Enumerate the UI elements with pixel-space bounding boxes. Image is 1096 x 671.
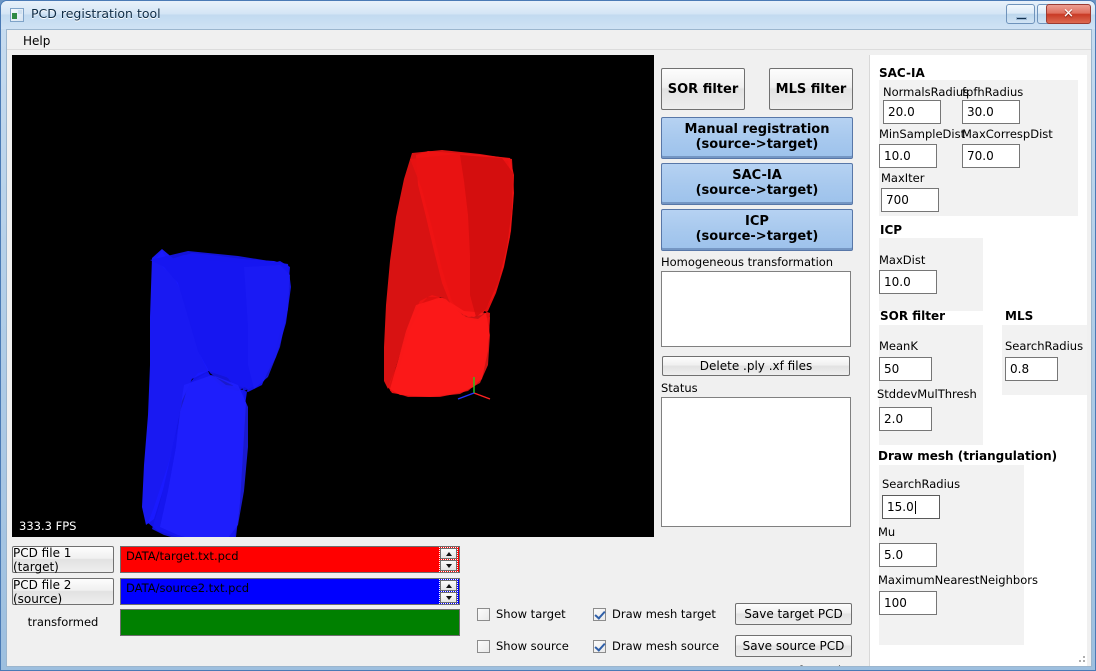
operations-panel: SOR filter MLS filter Manual registratio… xyxy=(657,55,865,537)
parameters-panel: SAC-IA NormalsRadius 20.0 fpfhRadius 30.… xyxy=(869,55,1087,666)
app-icon xyxy=(10,8,24,22)
stddev-mul-thresh-label: StddevMulThresh xyxy=(877,387,977,401)
transformed-path-field[interactable] xyxy=(120,609,460,636)
min-sample-dist-input[interactable]: 10.0 xyxy=(879,144,937,168)
meank-input[interactable]: 50 xyxy=(879,357,932,381)
save-target-pcd-button[interactable]: Save target PCD xyxy=(735,603,852,625)
max-corresp-dist-label: MaxCorrespDist xyxy=(962,127,1053,141)
application-window: PCD registration tool ✕ Help 333.3 FPS S… xyxy=(0,0,1096,671)
show-source-checkbox-row[interactable]: Show source xyxy=(477,639,569,653)
target-path-text: DATA/target.txt.pcd xyxy=(126,549,239,563)
icp-line1: ICP xyxy=(745,214,769,230)
show-target-label: Show target xyxy=(496,607,566,621)
draw-mesh-source-label: Draw mesh source xyxy=(612,639,720,653)
main-content: 333.3 FPS SOR filter MLS filter Manual r… xyxy=(7,51,1091,666)
fpfh-radius-label: fpfhRadius xyxy=(962,85,1024,99)
file-bar: PCD file 1 (target) DATA/target.txt.pcd … xyxy=(7,539,865,666)
mls-search-radius-label: SearchRadius xyxy=(1005,339,1084,353)
mesh-search-radius-label: SearchRadius xyxy=(882,477,961,491)
sor-filter-button[interactable]: SOR filter xyxy=(661,68,745,110)
source-path-text: DATA/source2.txt.pcd xyxy=(126,581,250,595)
resize-grip[interactable] xyxy=(1075,652,1087,664)
draw-mesh-target-label: Draw mesh target xyxy=(612,607,716,621)
sac-ia-line1: SAC-IA xyxy=(732,168,782,184)
client-area: Help 333.3 FPS SOR filter MLS filter Man… xyxy=(6,29,1092,667)
min-sample-dist-label: MinSampleDist xyxy=(879,127,966,141)
target-spinner[interactable] xyxy=(439,547,458,572)
pcd-file-2-button[interactable]: PCD file 2 (source) xyxy=(12,578,114,606)
draw-mesh-target-checkbox-row[interactable]: Draw mesh target xyxy=(593,607,716,621)
max-nearest-neighbors-input[interactable]: 100 xyxy=(879,591,937,615)
mls-filter-button[interactable]: MLS filter xyxy=(769,68,853,110)
target-path-field[interactable]: DATA/target.txt.pcd xyxy=(120,546,460,573)
draw-mesh-section-title: Draw mesh (triangulation) xyxy=(878,449,1058,463)
show-source-label: Show source xyxy=(496,639,569,653)
sac-ia-line2: (source->target) xyxy=(695,183,819,198)
source-path-field[interactable]: DATA/source2.txt.pcd xyxy=(120,578,460,605)
spinner-up-icon xyxy=(439,547,458,560)
manual-registration-line2: (source->target) xyxy=(695,137,819,152)
max-iter-label: MaxIter xyxy=(881,171,925,185)
source-spinner[interactable] xyxy=(439,579,458,604)
fps-counter: 333.3 FPS xyxy=(19,519,77,533)
close-button[interactable]: ✕ xyxy=(1046,4,1091,24)
draw-mesh-target-checkbox[interactable] xyxy=(593,607,606,621)
spinner-down-icon xyxy=(439,591,458,604)
show-target-checkbox[interactable] xyxy=(477,607,490,621)
max-iter-input[interactable]: 700 xyxy=(881,188,939,212)
max-dist-label: MaxDist xyxy=(879,253,926,267)
max-nearest-neighbors-label: MaximumNearestNeighbors xyxy=(878,573,1038,587)
save-source-pcd-button[interactable]: Save source PCD xyxy=(735,635,852,657)
sac-ia-section-title: SAC-IA xyxy=(879,66,925,80)
spinner-down-icon xyxy=(439,559,458,572)
mesh-search-radius-input[interactable]: 15.0 xyxy=(882,495,940,519)
mu-input[interactable]: 5.0 xyxy=(879,543,937,567)
point-cloud-viewport[interactable]: 333.3 FPS xyxy=(12,55,654,537)
max-corresp-dist-input[interactable]: 70.0 xyxy=(962,144,1020,168)
normals-radius-input[interactable]: 20.0 xyxy=(883,100,941,124)
icp-line2: (source->target) xyxy=(695,229,819,244)
menu-bar: Help xyxy=(7,30,1091,50)
pcd-file-1-button[interactable]: PCD file 1 (target) xyxy=(12,546,114,574)
manual-registration-line1: Manual registration xyxy=(684,122,830,138)
normals-radius-label: NormalsRadius xyxy=(883,85,970,99)
point-cloud-render xyxy=(12,55,654,537)
status-textarea[interactable] xyxy=(661,397,851,527)
icp-section-title: ICP xyxy=(880,223,903,237)
show-target-checkbox-row[interactable]: Show target xyxy=(477,607,566,621)
status-label: Status xyxy=(661,381,698,395)
icp-button[interactable]: ICP (source->target) xyxy=(661,209,853,251)
sor-filter-section-title: SOR filter xyxy=(880,309,946,323)
mls-section-title: MLS xyxy=(1005,309,1034,323)
transformed-label: transformed xyxy=(27,615,99,629)
mls-search-radius-input[interactable]: 0.8 xyxy=(1005,357,1058,381)
transformation-matrix-textarea[interactable] xyxy=(661,271,851,347)
spinner-up-icon xyxy=(439,579,458,592)
mu-label: Mu xyxy=(878,525,896,539)
draw-mesh-source-checkbox-row[interactable]: Draw mesh source xyxy=(593,639,719,653)
draw-mesh-source-checkbox[interactable] xyxy=(593,639,606,653)
delete-files-button[interactable]: Delete .ply .xf files xyxy=(662,356,850,376)
title-bar: PCD registration tool ✕ xyxy=(1,1,1095,29)
meank-label: MeanK xyxy=(879,339,918,353)
minimize-button[interactable] xyxy=(1006,4,1035,24)
show-source-checkbox[interactable] xyxy=(477,639,490,653)
mesh-search-radius-value: 15.0 xyxy=(887,500,914,514)
fpfh-radius-input[interactable]: 30.0 xyxy=(962,100,1020,124)
window-title: PCD registration tool xyxy=(31,6,161,21)
text-caret xyxy=(914,500,916,514)
max-dist-input[interactable]: 10.0 xyxy=(879,270,937,294)
menu-item-help[interactable]: Help xyxy=(19,33,54,49)
manual-registration-button[interactable]: Manual registration (source->target) xyxy=(661,117,853,159)
close-icon: ✕ xyxy=(1063,6,1074,22)
stddev-mul-thresh-input[interactable]: 2.0 xyxy=(879,407,932,431)
sac-ia-button[interactable]: SAC-IA (source->target) xyxy=(661,163,853,205)
